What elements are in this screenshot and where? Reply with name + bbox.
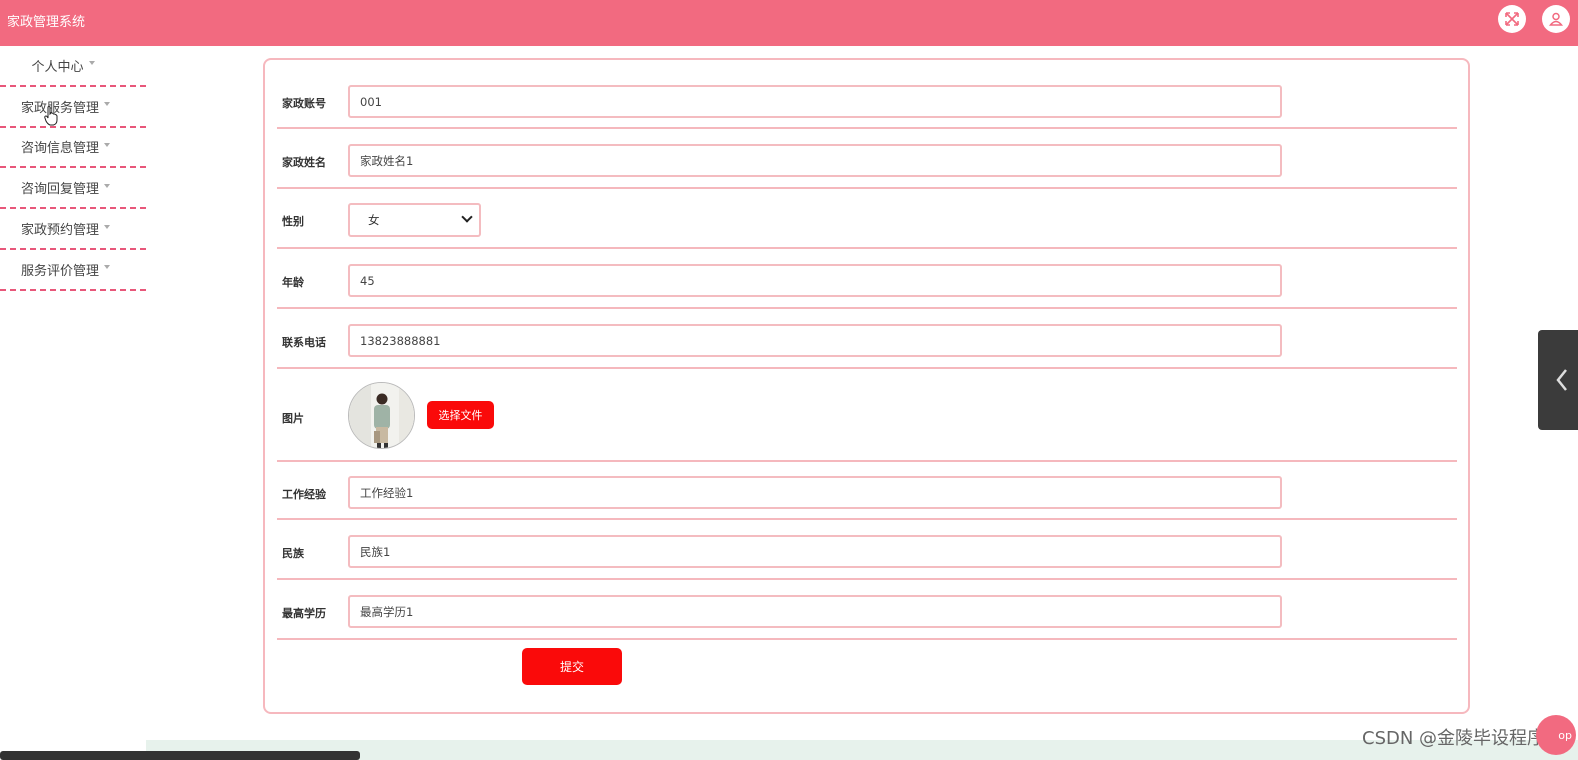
caret-down-icon bbox=[104, 102, 111, 107]
ethnicity-label: 民族 bbox=[282, 547, 304, 560]
account-label: 家政账号 bbox=[282, 97, 326, 110]
experience-input[interactable]: 工作经验1 bbox=[348, 476, 1282, 509]
photo-label: 图片 bbox=[282, 412, 304, 425]
sidebar-item-consultation-reply[interactable]: 咨询回复管理 bbox=[0, 168, 146, 210]
phone-input[interactable]: 13823888881 bbox=[348, 324, 1282, 357]
form-row-phone: 联系电话 13823888881 bbox=[277, 309, 1457, 369]
chevron-left-icon bbox=[1556, 369, 1567, 391]
caret-down-icon bbox=[104, 265, 111, 270]
sidebar-item-service-management[interactable]: 家政服务管理 bbox=[0, 87, 146, 128]
sidebar-item-label: 咨询信息管理 bbox=[21, 141, 100, 157]
caret-down-icon bbox=[104, 183, 111, 188]
side-panel-toggle[interactable] bbox=[1538, 330, 1578, 430]
csdn-watermark: CSDN @金陵毕设程序 bbox=[1362, 728, 1546, 749]
education-input[interactable]: 最高学历1 bbox=[348, 595, 1282, 628]
edit-form-card: 家政账号 001 家政姓名 家政姓名1 性别 女 年龄 45 联系电话 1382… bbox=[263, 58, 1470, 714]
sidebar-item-label: 咨询回复管理 bbox=[21, 182, 100, 198]
form-row-name: 家政姓名 家政姓名1 bbox=[277, 129, 1457, 189]
sidebar-item-label: 家政服务管理 bbox=[21, 100, 100, 116]
back-to-top-button[interactable]: op bbox=[1536, 715, 1576, 755]
sidebar-item-label: 个人中心 bbox=[31, 59, 84, 75]
choose-file-button[interactable]: 选择文件 bbox=[427, 401, 494, 429]
form-row-experience: 工作经验 工作经验1 bbox=[277, 462, 1457, 520]
form-row-photo: 图片 选择文件 bbox=[277, 369, 1457, 462]
app-title: 家政管理系统 bbox=[7, 15, 86, 30]
submit-button[interactable]: 提交 bbox=[522, 648, 622, 685]
sidebar-menu: 个人中心 家政服务管理 咨询信息管理 咨询回复管理 家政预约管理 服务评价管理 bbox=[0, 46, 146, 291]
account-input[interactable]: 001 bbox=[348, 85, 1282, 118]
sidebar-item-label: 服务评价管理 bbox=[21, 263, 100, 279]
caret-down-icon bbox=[88, 61, 95, 66]
ethnicity-input[interactable]: 民族1 bbox=[348, 535, 1282, 568]
hand-cursor-icon bbox=[44, 106, 58, 130]
name-label: 家政姓名 bbox=[282, 156, 326, 169]
caret-down-icon bbox=[104, 142, 111, 147]
gender-selected-value: 女 bbox=[368, 213, 380, 227]
age-input[interactable]: 45 bbox=[348, 264, 1282, 297]
caret-down-icon bbox=[104, 224, 111, 229]
chevron-down-icon bbox=[461, 211, 473, 223]
phone-label: 联系电话 bbox=[282, 336, 326, 349]
experience-label: 工作经验 bbox=[282, 488, 326, 501]
sidebar-item-consultation-info[interactable]: 咨询信息管理 bbox=[0, 128, 146, 169]
form-row-education: 最高学历 最高学历1 bbox=[277, 580, 1457, 640]
form-row-ethnicity: 民族 民族1 bbox=[277, 520, 1457, 580]
name-input[interactable]: 家政姓名1 bbox=[348, 144, 1282, 177]
sidebar-item-appointment[interactable]: 家政预约管理 bbox=[0, 209, 146, 250]
sidebar-item-service-review[interactable]: 服务评价管理 bbox=[0, 250, 146, 291]
gender-select[interactable]: 女 bbox=[348, 203, 481, 237]
form-row-account: 家政账号 001 bbox=[277, 72, 1457, 129]
gender-label: 性别 bbox=[282, 215, 304, 228]
user-icon[interactable] bbox=[1542, 5, 1570, 33]
fullscreen-icon[interactable] bbox=[1498, 5, 1526, 33]
education-label: 最高学历 bbox=[282, 607, 326, 620]
top-bar: 家政管理系统 bbox=[0, 0, 1578, 46]
form-row-gender: 性别 女 bbox=[277, 189, 1457, 249]
sidebar-item-personal-center[interactable]: 个人中心 bbox=[0, 46, 146, 87]
photo-preview bbox=[348, 382, 415, 449]
age-label: 年龄 bbox=[282, 276, 304, 289]
form-row-age: 年龄 45 bbox=[277, 249, 1457, 309]
sidebar-item-label: 家政预约管理 bbox=[21, 223, 100, 239]
horizontal-scrollbar[interactable] bbox=[0, 751, 360, 760]
